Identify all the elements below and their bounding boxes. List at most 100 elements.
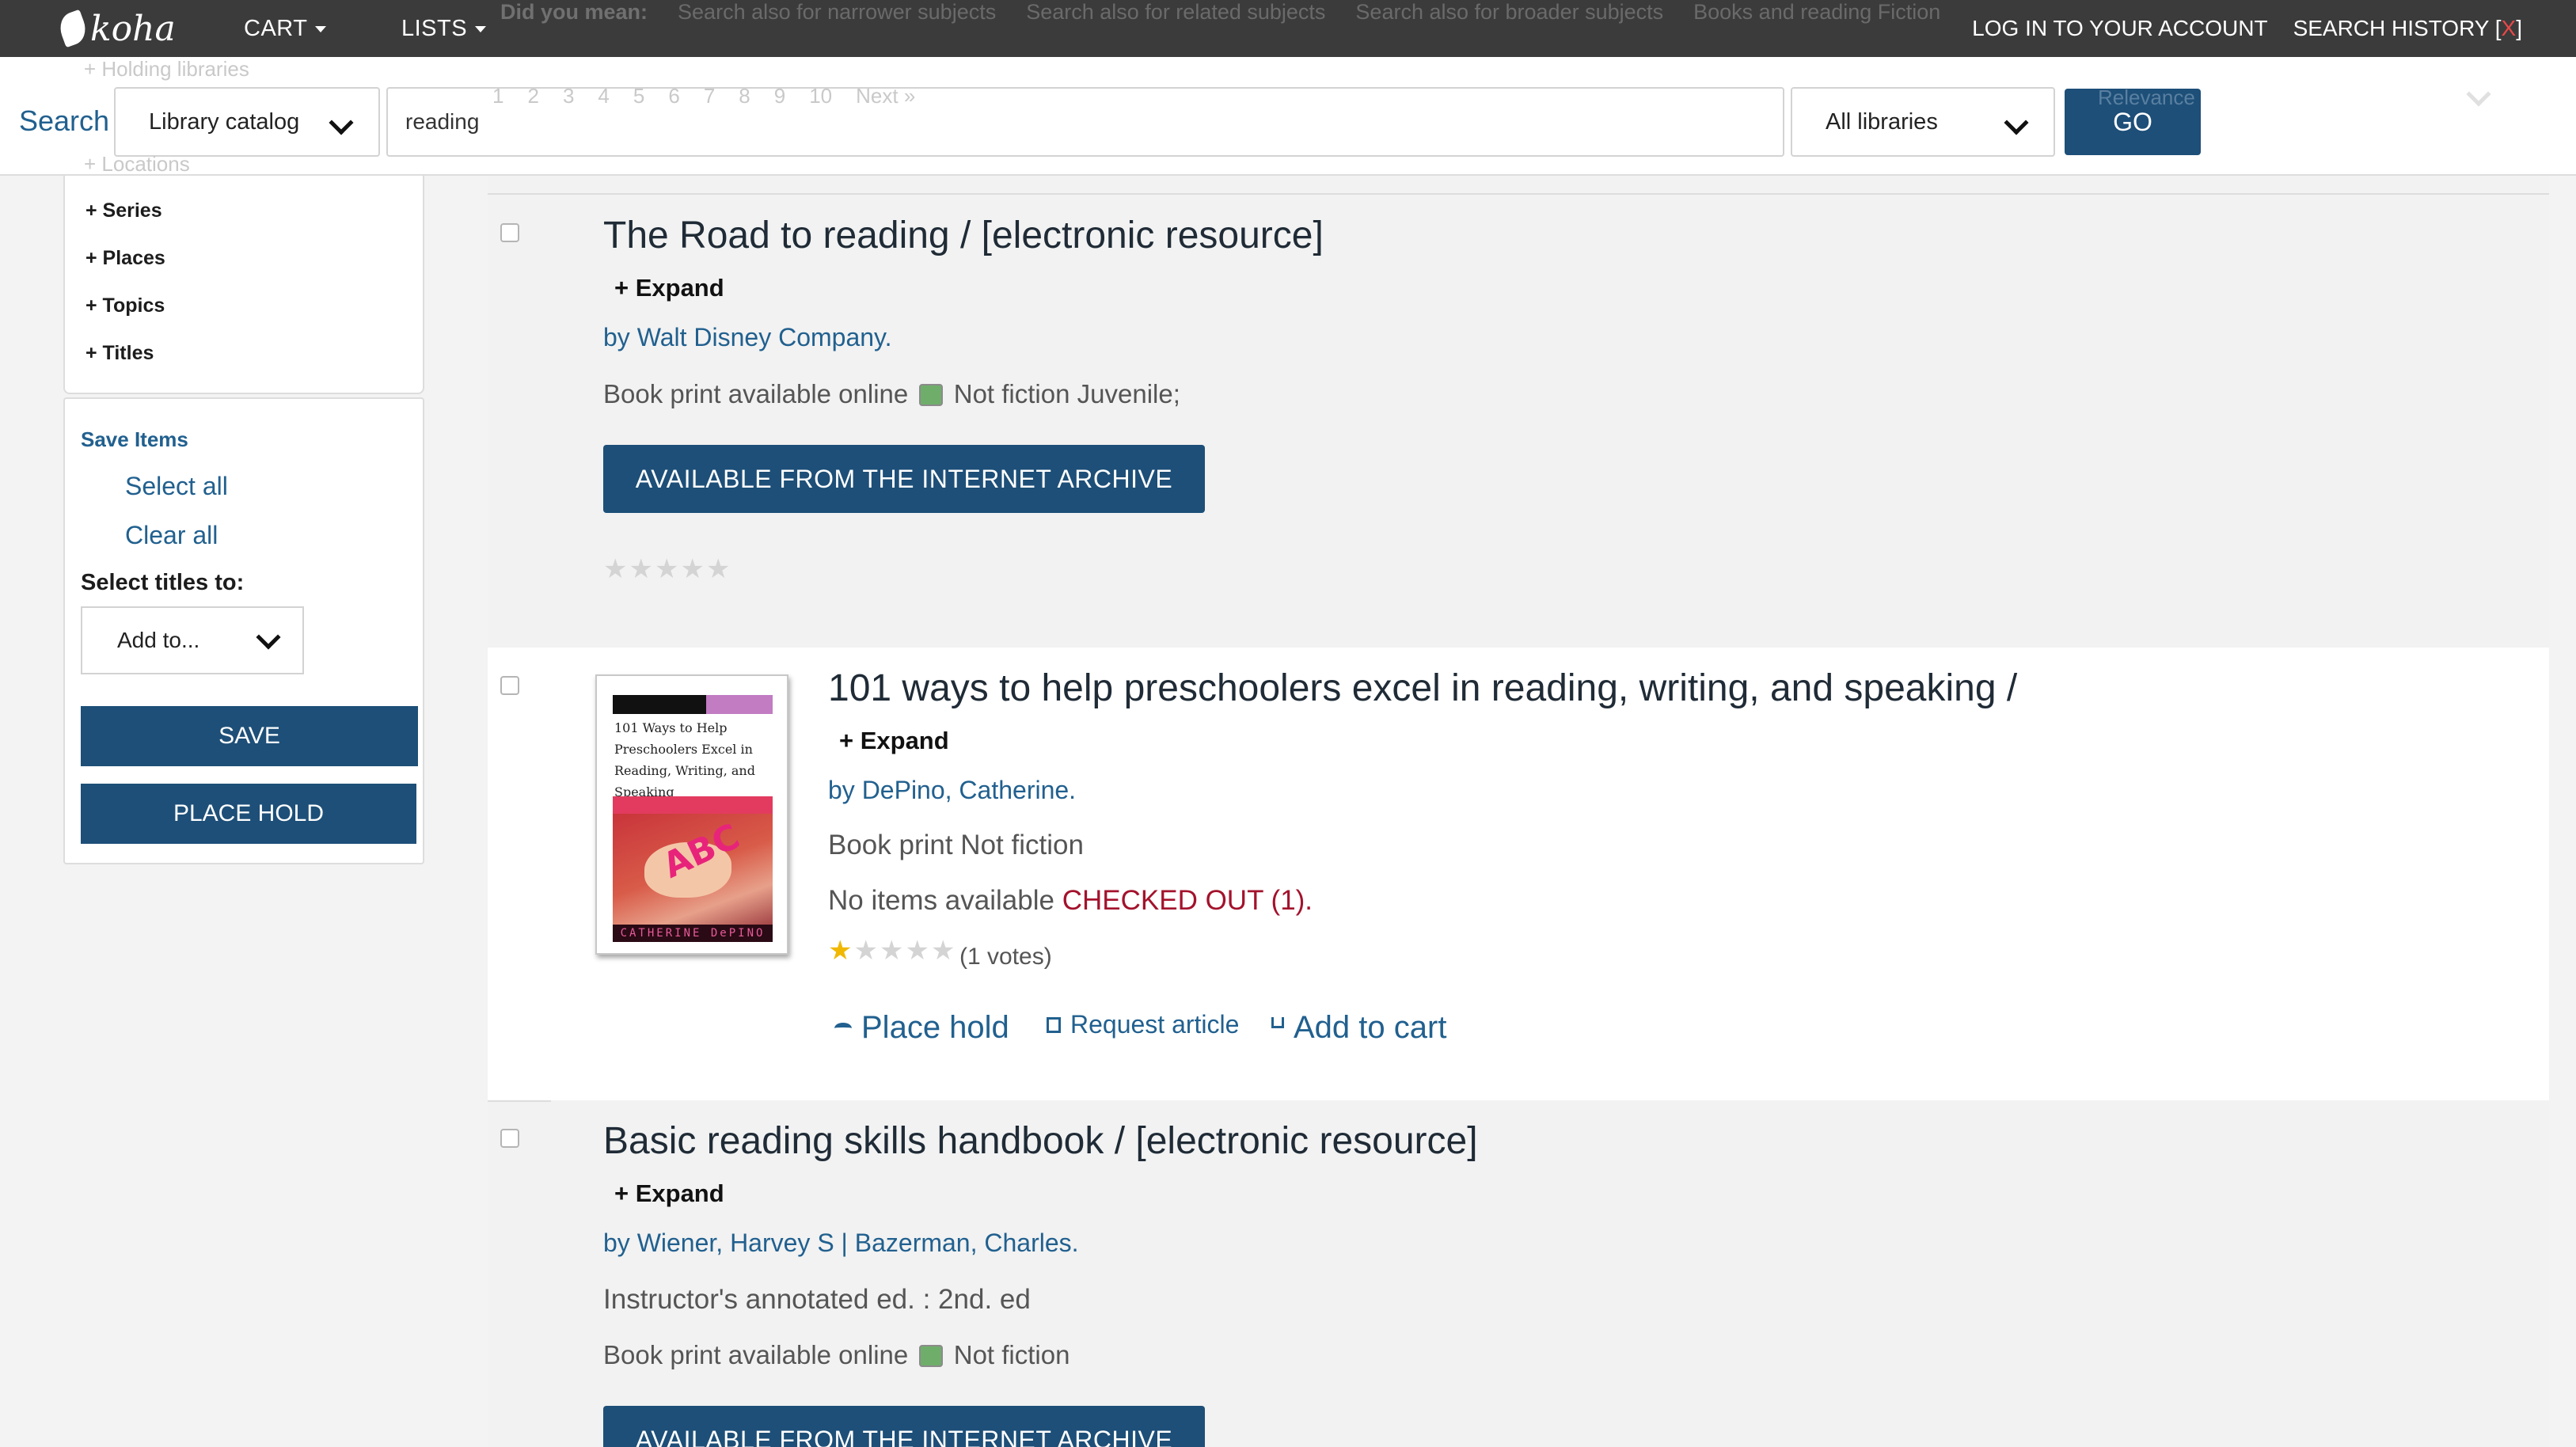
page-link: 1 — [492, 84, 504, 108]
suggestion-link[interactable]: Search also for narrower subjects — [678, 0, 996, 25]
star-icon[interactable]: ★ — [905, 937, 929, 964]
result-checkbox[interactable] — [500, 223, 519, 242]
result-item — [488, 648, 2549, 1100]
search-scope-select[interactable]: Library catalog — [114, 87, 380, 157]
add-to-cart-action[interactable]: Add to cart — [1271, 1010, 1446, 1046]
ghost-facet: + Holding libraries — [84, 57, 249, 81]
koha-logo[interactable]: koha — [55, 8, 176, 49]
internet-archive-button[interactable]: AVAILABLE FROM THE INTERNET ARCHIVE — [603, 445, 1205, 513]
place-hold-action[interactable]: Place hold — [834, 1010, 1009, 1046]
facet-series[interactable]: + Series — [85, 199, 162, 222]
result-title[interactable]: Basic reading skills handbook / [electro… — [603, 1119, 1478, 1163]
library-select[interactable]: All libraries — [1791, 87, 2055, 157]
top-navbar: koha CART LISTS Did you mean: Search als… — [0, 0, 2576, 57]
format-text: Book print available online — [603, 379, 909, 408]
clear-history-icon[interactable]: X — [2502, 16, 2517, 40]
result-title[interactable]: 101 ways to help preschoolers excel in r… — [828, 667, 2017, 710]
result-availability: No items available CHECKED OUT (1). — [828, 885, 1313, 917]
ghost-facet: + Locations — [84, 152, 190, 176]
save-items-heading: Save Items — [81, 427, 188, 451]
star-icon[interactable]: ★ — [931, 937, 955, 964]
ghost-sort: Relevance — [2098, 85, 2195, 109]
facet-topics[interactable]: + Topics — [85, 294, 165, 317]
search-query: reading — [405, 109, 480, 134]
add-to-cart-label: Add to cart — [1294, 1010, 1447, 1045]
cover-title: 101 Ways to Help Preschoolers Excel in R… — [614, 720, 755, 799]
suggestion-link[interactable]: Search also for broader subjects — [1355, 0, 1663, 25]
search-bar: + Holding libraries Search Library catal… — [0, 57, 2576, 176]
place-hold-button[interactable]: PLACE HOLD — [81, 784, 416, 844]
result-checkbox[interactable] — [500, 676, 519, 695]
select-all-link[interactable]: Select all — [125, 472, 228, 501]
document-icon — [1047, 1016, 1061, 1033]
star-icon[interactable]: ★ — [853, 937, 877, 964]
expand-toggle[interactable]: + Expand — [839, 727, 949, 755]
star-icon[interactable]: ★ — [655, 556, 678, 583]
rating-stars[interactable]: ★ ★ ★ ★ ★ — [603, 556, 730, 583]
search-history-label: SEARCH HISTORY [ — [2293, 16, 2502, 40]
request-article-action[interactable]: Request article — [1047, 1010, 1239, 1039]
divider — [488, 1100, 551, 1102]
facet-places[interactable]: + Places — [85, 247, 165, 270]
internet-archive-label: AVAILABLE FROM THE INTERNET ARCHIVE — [635, 464, 1173, 493]
online-resource-icon — [919, 1345, 943, 1367]
did-you-mean-bar: Did you mean: Search also for narrower s… — [500, 0, 1940, 25]
availability-text: No items available — [828, 885, 1054, 916]
page-link: 6 — [668, 84, 680, 108]
result-author[interactable]: by Walt Disney Company. — [603, 323, 892, 352]
star-icon[interactable]: ★ — [828, 937, 852, 964]
clear-all-link[interactable]: Clear all — [125, 521, 218, 550]
save-items-panel: Save Items Select all Clear all Select t… — [63, 397, 424, 864]
sort-chevron-icon — [2466, 82, 2491, 107]
cover-bar — [613, 695, 706, 714]
login-link[interactable]: LOG IN TO YOUR ACCOUNT — [1972, 16, 2267, 41]
suggestion-link[interactable]: Search also for related subjects — [1026, 0, 1325, 25]
facet-titles[interactable]: + Titles — [85, 342, 154, 365]
select-titles-label: Select titles to: — [81, 570, 245, 595]
result-checkbox[interactable] — [500, 1129, 519, 1148]
go-label: GO — [2113, 107, 2152, 136]
result-format: Book print available online Not fiction … — [603, 378, 1180, 410]
cover-author: CATHERINE DePINO — [613, 925, 773, 942]
rating-stars[interactable]: ★ ★ ★ ★ ★ — [828, 937, 955, 964]
star-icon[interactable]: ★ — [680, 556, 704, 583]
format-text: Book print available online — [603, 1340, 909, 1369]
cart-icon — [1271, 1016, 1284, 1028]
star-icon[interactable]: ★ — [880, 937, 903, 964]
internet-archive-button[interactable]: AVAILABLE FROM THE INTERNET ARCHIVE — [603, 1406, 1205, 1447]
library-value: All libraries — [1826, 108, 1938, 135]
place-hold-label: PLACE HOLD — [173, 800, 325, 826]
cart-label: CART — [244, 15, 308, 41]
result-author[interactable]: by Wiener, Harvey S | Bazerman, Charles. — [603, 1229, 1079, 1258]
facets-panel: + Series + Places + Topics + Titles — [63, 176, 424, 394]
result-format: Book print available online Not fiction — [603, 1339, 1070, 1371]
page-link: 9 — [773, 84, 786, 108]
page-link: 3 — [562, 84, 575, 108]
result-author[interactable]: by DePino, Catherine. — [828, 776, 1076, 805]
internet-archive-label: AVAILABLE FROM THE INTERNET ARCHIVE — [635, 1425, 1173, 1447]
page-link: 2 — [527, 84, 539, 108]
star-icon[interactable]: ★ — [603, 556, 627, 583]
expand-toggle[interactable]: + Expand — [614, 274, 724, 302]
suggestion-link[interactable]: Books and reading Fiction — [1693, 0, 1940, 25]
star-icon[interactable]: ★ — [629, 556, 652, 583]
book-cover[interactable]: 101 Ways to Help Preschoolers Excel in R… — [595, 674, 788, 955]
star-icon[interactable]: ★ — [706, 556, 730, 583]
status-checked-out: CHECKED OUT (1). — [1062, 885, 1313, 916]
result-title[interactable]: The Road to reading / [electronic resour… — [603, 214, 1324, 257]
place-hold-action-label: Place hold — [861, 1010, 1009, 1045]
format-text-after: Not fiction Juvenile; — [953, 379, 1180, 408]
lists-menu[interactable]: LISTS — [401, 0, 487, 57]
cart-menu[interactable]: CART — [244, 0, 327, 57]
hold-icon — [834, 1022, 852, 1034]
logo-text: koha — [90, 8, 176, 49]
search-history-link[interactable]: SEARCH HISTORY [X] — [2293, 16, 2522, 41]
request-article-label: Request article — [1070, 1010, 1240, 1039]
add-to-select[interactable]: Add to... — [81, 606, 304, 674]
page-link: 4 — [598, 84, 610, 108]
save-button[interactable]: SAVE — [81, 706, 418, 766]
expand-toggle[interactable]: + Expand — [614, 1179, 724, 1208]
divider — [488, 193, 2549, 195]
page-link: 10 — [809, 84, 833, 108]
chevron-down-icon — [256, 625, 281, 650]
